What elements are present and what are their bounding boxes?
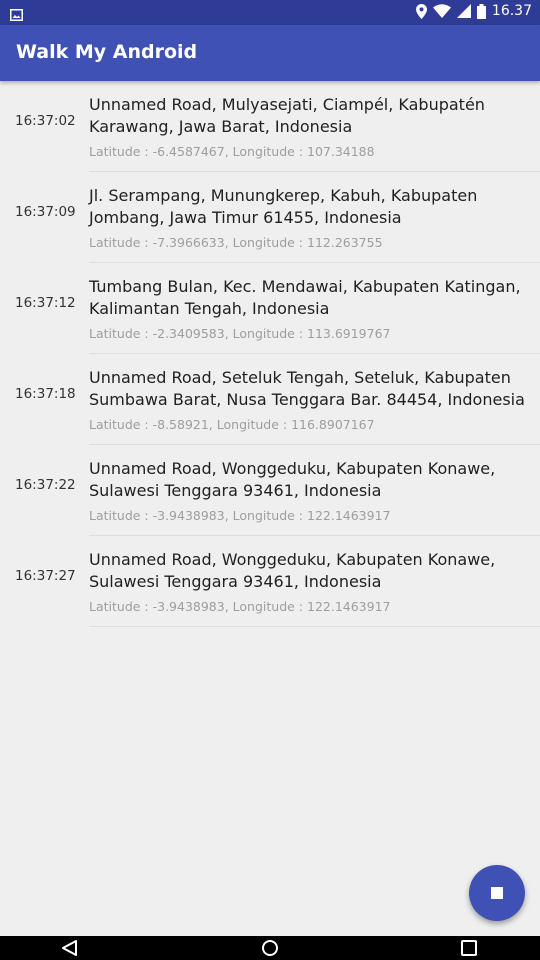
list-item[interactable]: 16:37:18 Unnamed Road, Seteluk Tengah, S… <box>0 354 540 445</box>
item-time: 16:37:02 <box>15 113 76 129</box>
list-item[interactable]: 16:37:09 Jl. Serampang, Munungkerep, Kab… <box>0 172 540 263</box>
item-time: 16:37:27 <box>15 568 76 584</box>
item-address: Unnamed Road, Wonggeduku, Kabupaten Kona… <box>89 550 496 591</box>
image-notification-icon <box>10 6 23 25</box>
list-item[interactable]: 16:37:02 Unnamed Road, Mulyasejati, Ciam… <box>0 81 540 172</box>
navigation-bar <box>0 936 540 960</box>
item-address: Tumbang Bulan, Kec. Mendawai, Kabupaten … <box>89 277 521 318</box>
item-coordinates: Latitude : -6.4587467, Longitude : 107.3… <box>89 144 375 159</box>
battery-icon <box>476 3 486 19</box>
item-address: Unnamed Road, Seteluk Tengah, Seteluk, K… <box>89 368 525 409</box>
item-coordinates: Latitude : -3.9438983, Longitude : 122.1… <box>89 599 391 614</box>
list-item[interactable]: 16:37:12 Tumbang Bulan, Kec. Mendawai, K… <box>0 263 540 354</box>
item-time: 16:37:09 <box>15 204 76 220</box>
item-time: 16:37:18 <box>15 386 76 402</box>
item-address: Unnamed Road, Wonggeduku, Kabupaten Kona… <box>89 459 496 500</box>
screen: 16.37 Walk My Android 16:37:02 Unnamed R… <box>0 0 540 960</box>
app-bar: Walk My Android <box>0 25 540 81</box>
home-icon[interactable] <box>260 939 280 957</box>
stop-icon <box>491 887 503 899</box>
item-time: 16:37:22 <box>15 477 76 493</box>
signal-icon <box>456 4 471 18</box>
item-coordinates: Latitude : -3.9438983, Longitude : 122.1… <box>89 508 391 523</box>
list-item[interactable]: 16:37:27 Unnamed Road, Wonggeduku, Kabup… <box>0 536 540 627</box>
back-icon[interactable] <box>60 939 80 957</box>
status-time: 16.37 <box>491 3 532 19</box>
list-item[interactable]: 16:37:22 Unnamed Road, Wonggeduku, Kabup… <box>0 445 540 536</box>
stop-tracking-button[interactable] <box>469 865 525 921</box>
item-coordinates: Latitude : -2.3409583, Longitude : 113.6… <box>89 326 391 341</box>
item-coordinates: Latitude : -8.58921, Longitude : 116.890… <box>89 417 375 432</box>
item-time: 16:37:12 <box>15 295 76 311</box>
item-coordinates: Latitude : -7.3966633, Longitude : 112.2… <box>89 235 383 250</box>
item-address: Jl. Serampang, Munungkerep, Kabuh, Kabup… <box>89 186 478 227</box>
location-icon <box>415 3 427 19</box>
divider <box>89 626 540 627</box>
location-list[interactable]: 16:37:02 Unnamed Road, Mulyasejati, Ciam… <box>0 81 540 627</box>
status-bar: 16.37 <box>0 0 540 25</box>
item-address: Unnamed Road, Mulyasejati, Ciampél, Kabu… <box>89 95 485 136</box>
wifi-icon <box>432 4 451 18</box>
app-title: Walk My Android <box>16 41 198 63</box>
status-icons: 16.37 <box>415 3 532 19</box>
recents-icon[interactable] <box>459 939 479 957</box>
